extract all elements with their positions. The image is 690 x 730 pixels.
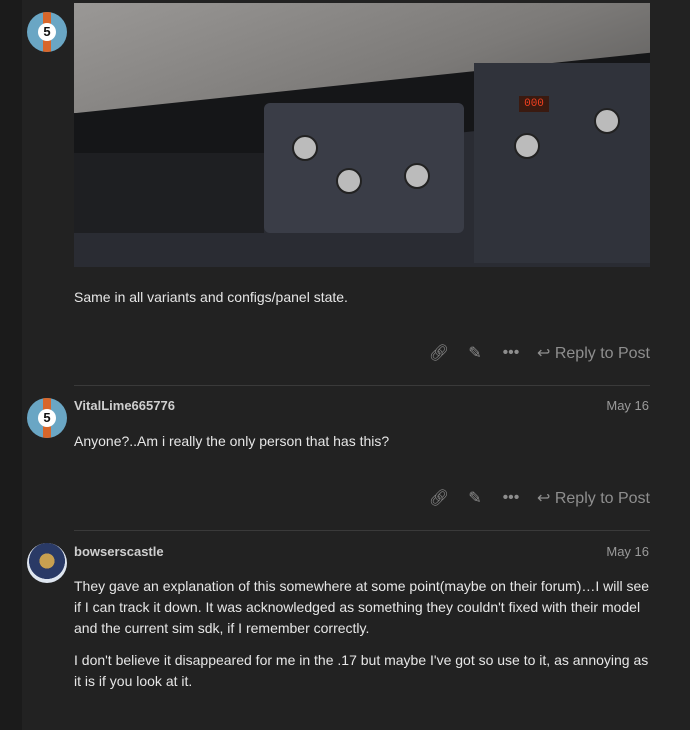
reply-button[interactable]: ↩ Reply to Post — [537, 488, 650, 508]
pencil-icon[interactable]: ✎ — [457, 488, 493, 508]
username[interactable]: VitalLime665776 — [74, 398, 175, 413]
reply-label: Reply to Post — [554, 345, 650, 362]
reply-label: Reply to Post — [554, 490, 650, 507]
post-date[interactable]: May 16 — [606, 544, 649, 559]
post-actions: 🔗︎ ✎ ••• ↩ Reply to Post — [421, 343, 650, 363]
avatar[interactable]: 5 — [27, 398, 67, 438]
post-actions: 🔗︎ ✎ ••• ↩ Reply to Post — [421, 488, 650, 508]
divider — [74, 385, 650, 386]
ellipsis-icon[interactable]: ••• — [493, 489, 529, 507]
username[interactable]: bowserscastle — [74, 544, 164, 559]
post-body: Anyone?..Am i really the only person tha… — [74, 433, 390, 449]
avatar[interactable] — [27, 543, 67, 583]
reply-button[interactable]: ↩ Reply to Post — [537, 343, 650, 363]
post-paragraph: They gave an explanation of this somewhe… — [74, 578, 650, 636]
divider — [74, 530, 650, 531]
cockpit-screenshot[interactable]: 000 — [74, 3, 650, 267]
post-paragraph: I don't believe it disappeared for me in… — [74, 652, 649, 689]
pencil-icon[interactable]: ✎ — [457, 343, 493, 363]
course-display: 000 — [519, 96, 549, 112]
ellipsis-icon[interactable]: ••• — [493, 344, 529, 362]
avatar[interactable]: 5 — [27, 12, 67, 52]
link-icon[interactable]: 🔗︎ — [421, 488, 457, 508]
post-body: Same in all variants and configs/panel s… — [74, 289, 348, 305]
post-date[interactable]: May 16 — [606, 398, 649, 413]
link-icon[interactable]: 🔗︎ — [421, 343, 457, 363]
